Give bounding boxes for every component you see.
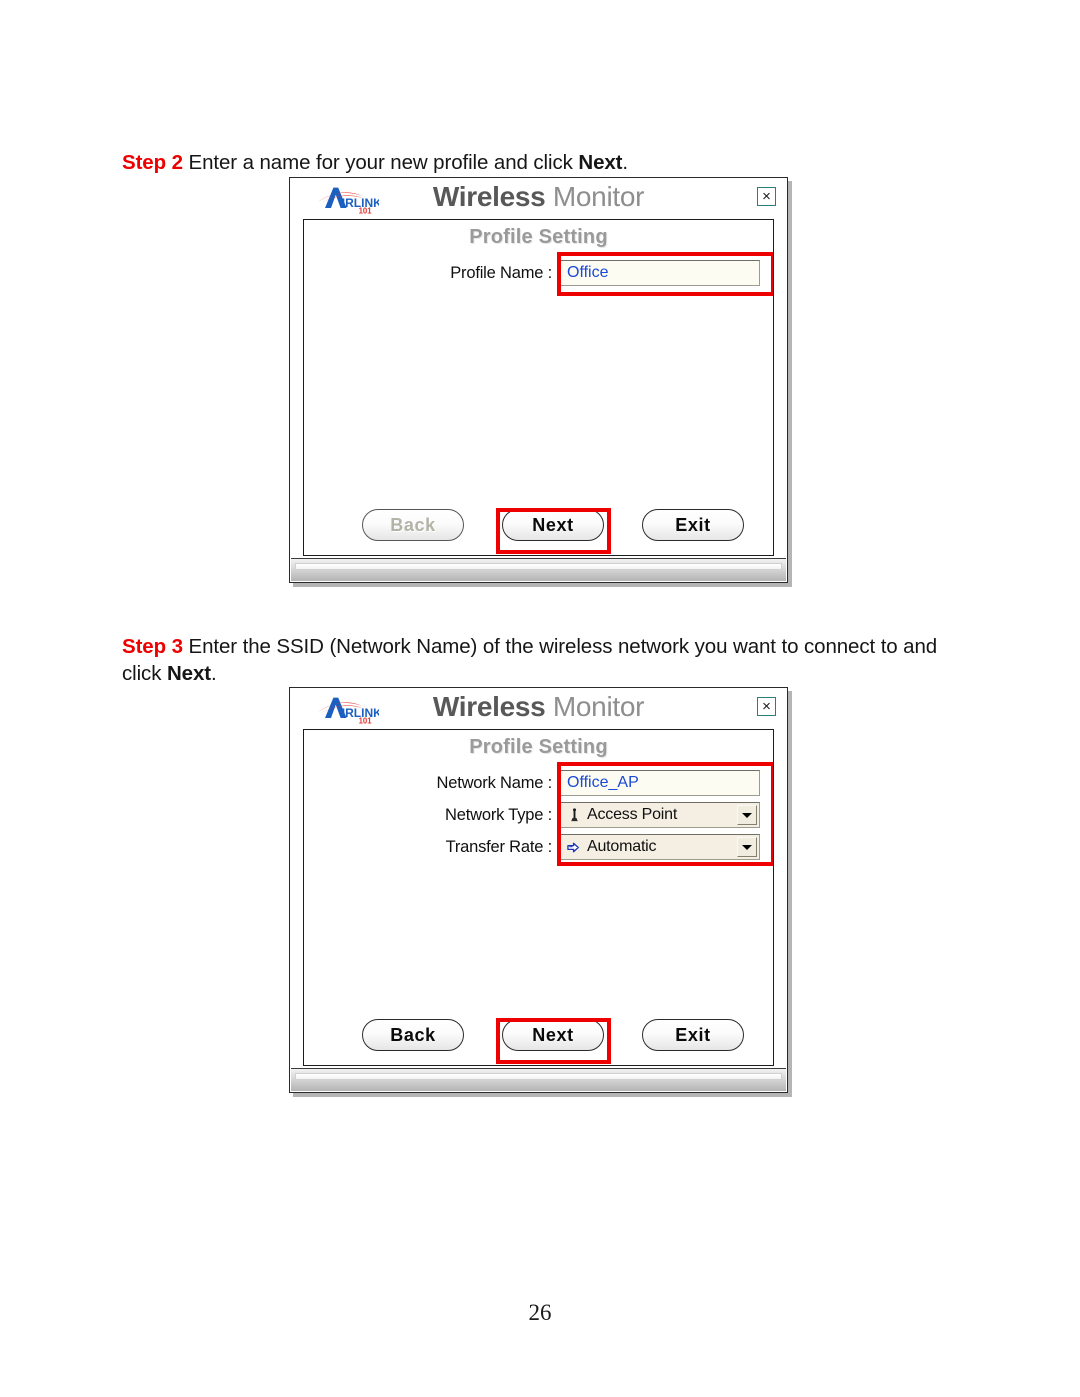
window-title: Wireless Monitor bbox=[290, 181, 787, 213]
step-3-instruction: Step 3 Enter the SSID (Network Name) of … bbox=[122, 633, 962, 687]
profile-name-form: Profile Name : Office bbox=[304, 257, 773, 289]
chevron-down-icon[interactable] bbox=[737, 805, 757, 825]
transfer-rate-select[interactable]: Automatic bbox=[560, 834, 760, 860]
form-row-network-type: Network Type : Access Point bbox=[304, 799, 773, 831]
exit-button[interactable]: Exit bbox=[642, 1019, 744, 1051]
close-icon[interactable]: × bbox=[757, 187, 776, 206]
dialog-button-row: Back Next Exit bbox=[304, 509, 773, 543]
step-2-text-before: Enter a name for your new profile and cl… bbox=[182, 150, 579, 174]
status-bar bbox=[291, 558, 786, 581]
form-row-network-name: Network Name : Office_AP bbox=[304, 767, 773, 799]
network-name-input[interactable]: Office_AP bbox=[560, 770, 760, 796]
profile-name-input[interactable]: Office bbox=[560, 260, 760, 286]
step-2-emphasis: Next bbox=[578, 150, 623, 174]
form-row-transfer-rate: Transfer Rate : Automatic bbox=[304, 831, 773, 863]
access-point-icon bbox=[566, 807, 583, 824]
window-title: Wireless Monitor bbox=[290, 691, 787, 723]
next-button[interactable]: Next bbox=[502, 509, 604, 541]
chevron-down-icon[interactable] bbox=[737, 837, 757, 857]
wireless-monitor-window-profile-name: IRLINK 101 Wireless Monitor × Profile Se… bbox=[289, 177, 788, 583]
title-bar: IRLINK 101 Wireless Monitor × bbox=[290, 178, 787, 220]
window-title-light: Monitor bbox=[545, 691, 645, 722]
exit-button[interactable]: Exit bbox=[642, 509, 744, 541]
step-3-label: Step 3 bbox=[122, 634, 183, 658]
step-3-emphasis: Next bbox=[166, 661, 212, 685]
network-type-label: Network Type : bbox=[445, 805, 552, 824]
step-3-text-after: . bbox=[211, 661, 217, 685]
dialog-client-area: Profile Setting Network Name : Office_AP… bbox=[303, 729, 774, 1066]
back-button[interactable]: Back bbox=[362, 509, 464, 541]
panel-title: Profile Setting bbox=[469, 226, 608, 248]
step-3-text-before: Enter the SSID (Network Name) of the wir… bbox=[122, 634, 938, 685]
network-name-label: Network Name : bbox=[436, 773, 553, 792]
status-bar bbox=[291, 1068, 786, 1091]
form-row-profile-name: Profile Name : Office bbox=[304, 257, 773, 289]
step-2-text-after: . bbox=[622, 150, 629, 174]
back-button[interactable]: Back bbox=[362, 1019, 464, 1051]
window-title-light: Monitor bbox=[545, 181, 645, 212]
window-title-bold: Wireless bbox=[432, 691, 546, 722]
network-settings-form: Network Name : Office_AP Network Type : bbox=[304, 767, 773, 863]
transfer-rate-value: Automatic bbox=[587, 838, 657, 855]
transfer-rate-label: Transfer Rate : bbox=[445, 837, 553, 856]
dialog-button-row: Back Next Exit bbox=[304, 1019, 773, 1053]
next-button[interactable]: Next bbox=[502, 1019, 604, 1051]
dialog-client-area: Profile Setting Profile Name : Office Ba… bbox=[303, 219, 774, 556]
window-title-bold: Wireless bbox=[432, 181, 546, 212]
step-2-instruction: Step 2 Enter a name for your new profile… bbox=[122, 149, 942, 176]
close-icon[interactable]: × bbox=[757, 697, 776, 716]
panel-title: Profile Setting bbox=[469, 736, 608, 758]
network-type-value: Access Point bbox=[587, 806, 678, 823]
transfer-rate-icon bbox=[566, 839, 583, 856]
wireless-monitor-window-network-settings: IRLINK 101 Wireless Monitor × Profile Se… bbox=[289, 687, 788, 1093]
network-type-select[interactable]: Access Point bbox=[560, 802, 760, 828]
profile-name-label: Profile Name : bbox=[450, 263, 552, 282]
title-bar: IRLINK 101 Wireless Monitor × bbox=[290, 688, 787, 730]
page-number: 26 bbox=[528, 1300, 552, 1325]
step-2-label: Step 2 bbox=[122, 150, 183, 174]
